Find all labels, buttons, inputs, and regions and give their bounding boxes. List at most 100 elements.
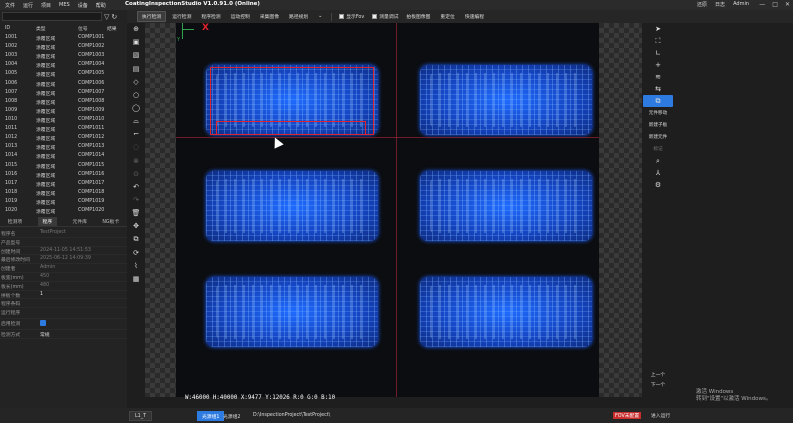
prev-button[interactable]: 上一个 <box>651 371 665 378</box>
table-row[interactable]: 1007 涂覆区域 COMP1007 <box>0 89 127 98</box>
disabled-circle-icon[interactable]: ◌ <box>130 141 142 153</box>
property-value[interactable]: 480 <box>40 283 49 288</box>
pcb-board-2[interactable] <box>420 65 592 135</box>
property-row[interactable]: 创建者 Admin <box>0 264 127 273</box>
next-button[interactable]: 下一个 <box>651 381 665 388</box>
run-detect-button[interactable]: 运行检测 <box>168 12 195 21</box>
layer-button[interactable]: L1_T <box>129 411 153 421</box>
pcb-board-3[interactable] <box>206 171 378 241</box>
table-row[interactable]: 1009 涂覆区域 COMP1009 <box>0 107 127 116</box>
measure-debug-checkbox[interactable] <box>372 14 378 19</box>
copy-icon[interactable]: ⧉ <box>130 234 142 246</box>
table-row[interactable]: 1006 涂覆区域 COMP1006 <box>0 80 127 89</box>
layers-icon[interactable]: ≋ <box>643 71 673 83</box>
property-row[interactable]: 最后修改时间 2025-06-12 14:09:39 <box>0 255 127 265</box>
column-type[interactable]: 类型 <box>36 25 46 32</box>
settings-icon[interactable]: ⚙ <box>643 179 673 191</box>
table-row[interactable]: 1016 涂覆区域 COMP1016 <box>0 171 127 180</box>
table-row[interactable]: 1002 涂覆区域 COMP1002 <box>0 43 127 52</box>
detect-mode-row[interactable]: 检测方式 常规 <box>0 330 127 339</box>
mark-button[interactable]: 标记 <box>643 143 673 155</box>
property-row[interactable]: 板长(mm) 480 <box>0 282 127 291</box>
property-row[interactable]: 程序名 TestProject <box>0 229 127 238</box>
tab-detect-items[interactable]: 检测项 <box>8 218 22 225</box>
polyline-icon[interactable]: ⌐ <box>130 128 142 140</box>
tab-component-library[interactable]: 元件库 <box>73 218 87 225</box>
table-row[interactable]: 1008 涂覆区域 COMP1008 <box>0 98 127 107</box>
inspection-canvas[interactable]: X Y <box>176 23 642 397</box>
coating-region-strip[interactable] <box>216 121 366 135</box>
property-value[interactable]: 450 <box>40 274 49 279</box>
relocate-button[interactable]: 重定位 <box>436 12 458 21</box>
menu-device[interactable]: 设备 <box>74 2 92 9</box>
image-icon[interactable]: ▧ <box>130 49 142 61</box>
rotate-icon[interactable]: ⟳ <box>130 247 142 259</box>
column-id[interactable]: ID <box>5 26 10 31</box>
waveform-icon[interactable]: ⌇ <box>130 260 142 272</box>
table-row[interactable]: 1013 涂覆区域 COMP1013 <box>0 143 127 152</box>
property-value[interactable]: 2025-06-12 14:09:39 <box>40 256 91 261</box>
user-button[interactable]: Admin <box>733 1 749 8</box>
table-row[interactable]: 1003 涂覆区域 COMP1003 <box>0 52 127 61</box>
menu-file[interactable]: 文件 <box>0 2 19 9</box>
table-row[interactable]: 1018 涂覆区域 COMP1018 <box>0 189 127 198</box>
property-value[interactable]: 2024-11-05 14:51:53 <box>40 248 91 253</box>
person-icon[interactable]: ⅄ <box>643 167 673 179</box>
fit-view-icon[interactable]: ⛶ <box>643 35 673 47</box>
close-icon[interactable]: ✕ <box>785 1 790 8</box>
program-detect-button[interactable]: 程序检测 <box>197 12 224 21</box>
property-value[interactable]: 1 <box>40 292 43 297</box>
minimize-icon[interactable]: — <box>759 1 765 8</box>
new-component-button[interactable]: 新建元件 <box>643 131 673 143</box>
move-icon[interactable]: ✥ <box>130 220 142 232</box>
select-region-icon[interactable]: ▣ <box>130 36 142 48</box>
detect-mode-select[interactable]: 常规 <box>40 331 50 338</box>
run-inspection-button[interactable]: 执行检测 <box>137 11 167 22</box>
grid-icon[interactable]: ▦ <box>130 273 142 285</box>
corner-icon[interactable]: ∟ <box>643 47 673 59</box>
quick-program-button[interactable]: 快速编程 <box>461 12 488 21</box>
zoom-icon[interactable]: ⌕ <box>643 155 673 167</box>
tab-ng-board[interactable]: NG板卡 <box>102 218 119 225</box>
pcb-board-5[interactable] <box>206 277 378 347</box>
property-value[interactable]: Admin <box>40 265 55 270</box>
table-row[interactable]: 1015 涂覆区域 COMP1015 <box>0 162 127 171</box>
copy-layer-icon[interactable]: ⧉ <box>643 95 673 107</box>
motion-control-button[interactable]: 运动控制 <box>227 12 254 21</box>
table-row[interactable]: 1014 涂覆区域 COMP1014 <box>0 152 127 161</box>
property-row[interactable]: 板宽(mm) 450 <box>0 273 127 282</box>
pcb-board-6[interactable] <box>420 277 592 347</box>
enter-run-button[interactable]: 进入运行 <box>651 412 670 419</box>
barcode-icon[interactable]: ▤ <box>130 62 142 74</box>
capture-image-button[interactable]: 采集图像 <box>256 12 283 21</box>
redo-icon[interactable]: ↷ <box>130 194 142 206</box>
refresh-icon[interactable]: ↻ <box>111 13 117 21</box>
path-planning-button[interactable]: 路径规划 <box>285 12 312 21</box>
component-move-button[interactable]: 元件移动 <box>643 107 673 119</box>
menu-help[interactable]: 帮助 <box>92 2 110 9</box>
table-row[interactable]: 1017 涂覆区域 COMP1017 <box>0 180 127 189</box>
tab-program[interactable]: 程序 <box>37 217 58 226</box>
table-row[interactable]: 1010 涂覆区域 COMP1010 <box>0 116 127 125</box>
enable-detection-row[interactable]: 启用检测 <box>0 319 127 331</box>
disabled-dot-icon[interactable]: ⊙ <box>130 168 142 180</box>
table-row[interactable]: 1011 涂覆区域 COMP1011 <box>0 125 127 134</box>
menu-project[interactable]: 项目 <box>37 2 55 9</box>
search-input[interactable] <box>2 12 102 21</box>
undo-icon[interactable]: ↶ <box>130 181 142 193</box>
property-row[interactable]: 创建时间 2024-11-05 14:51:53 <box>0 247 127 256</box>
show-fov-toggle[interactable]: 显示Fov <box>335 13 368 20</box>
board-image-button[interactable]: 拍板图像图 <box>402 12 434 21</box>
new-subboard-button[interactable]: 新建子板 <box>643 119 673 131</box>
table-row[interactable]: 1019 涂覆区域 COMP1019 <box>0 198 127 207</box>
enable-detection-checkbox[interactable] <box>40 320 46 327</box>
column-code[interactable]: 位号 <box>78 25 88 32</box>
delete-icon[interactable]: 🗑 <box>130 207 142 219</box>
table-row[interactable]: 1001 涂覆区域 COMP1001 <box>0 34 127 43</box>
light-group-2-button[interactable]: 光源组2 <box>218 411 245 421</box>
show-fov-checkbox[interactable] <box>339 14 345 19</box>
property-row[interactable]: 产品型号 <box>0 238 127 247</box>
pointer-icon[interactable]: ➤ <box>643 23 673 35</box>
plus-icon[interactable]: + <box>643 59 673 71</box>
menu-run[interactable]: 运行 <box>19 2 37 9</box>
